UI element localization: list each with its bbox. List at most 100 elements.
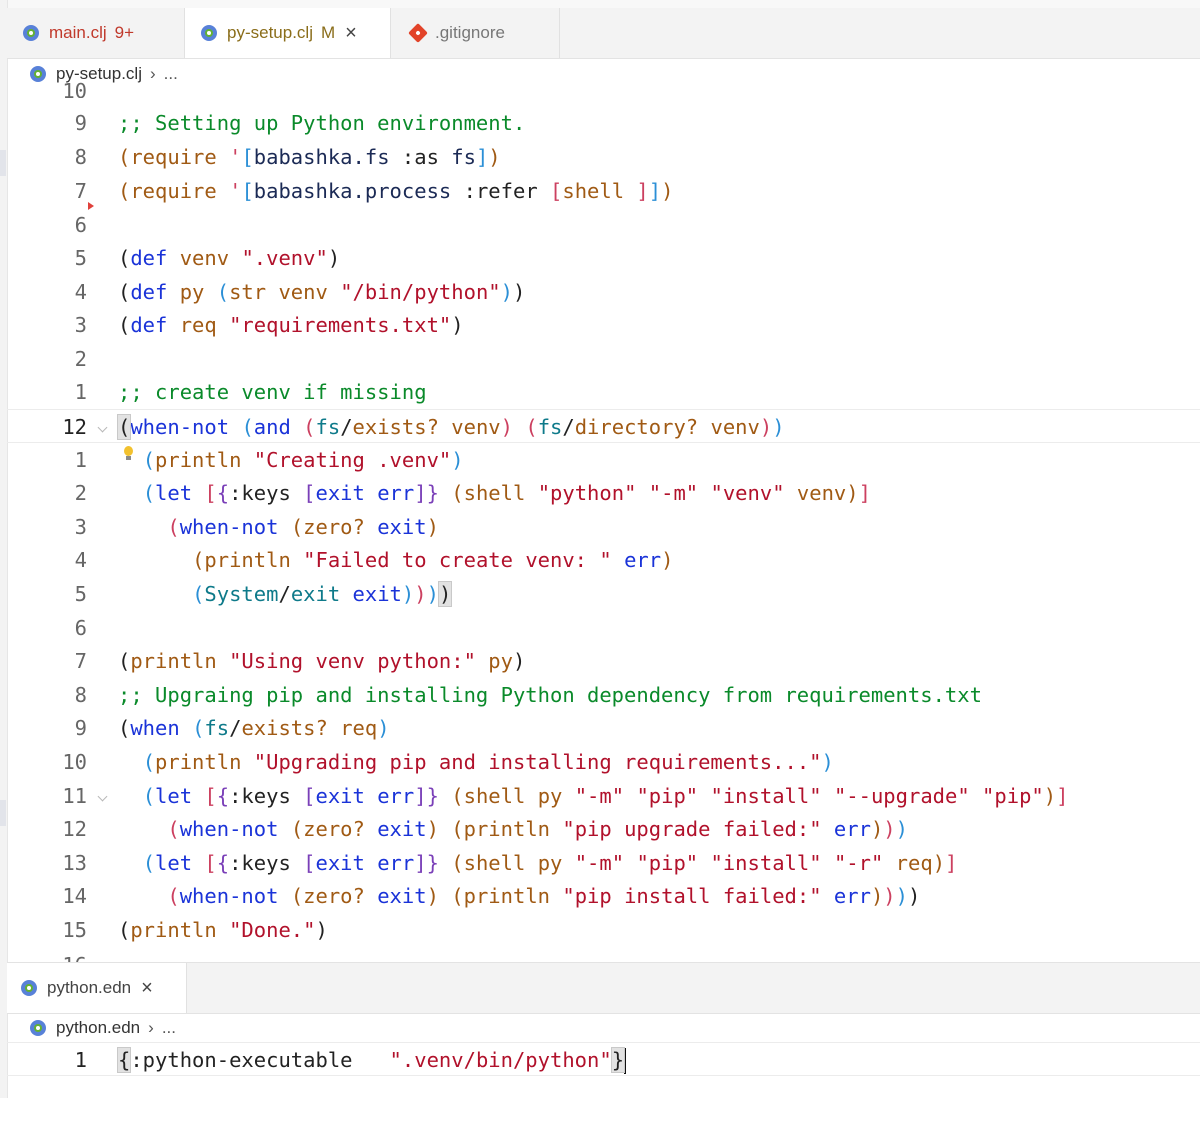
code-text: ;; Setting up Python environment. bbox=[118, 111, 526, 135]
code-line[interactable]: 7 (require '[babashka.process :refer [sh… bbox=[7, 174, 1200, 208]
code-line[interactable]: 2 (let [{:keys [exit err]} (shell "pytho… bbox=[7, 476, 1200, 510]
code-line[interactable]: 13 (let [{:keys [exit err]} (shell py "-… bbox=[7, 846, 1200, 880]
line-number: 12 bbox=[62, 817, 87, 841]
code-text: (when (fs/exists? req) bbox=[118, 716, 390, 740]
line-number: 10 bbox=[62, 750, 87, 774]
tab-py-setup-clj[interactable]: py-setup.clj M × bbox=[185, 8, 391, 58]
code-text: (println "Using venv python:" py) bbox=[118, 649, 526, 673]
code-text: (when-not (zero? exit) (println "pip upg… bbox=[167, 817, 908, 841]
code-line[interactable]: 5 (def venv ".venv") bbox=[7, 241, 1200, 275]
code-text: (println "Done.") bbox=[118, 918, 328, 942]
line-number: 4 bbox=[74, 548, 87, 572]
line-number: 5 bbox=[74, 582, 87, 606]
error-marker-icon[interactable] bbox=[88, 202, 94, 210]
line-number: 9 bbox=[74, 716, 87, 740]
code-text: (def req "requirements.txt") bbox=[118, 313, 464, 337]
code-line[interactable]: 3 (when-not (zero? exit) bbox=[7, 510, 1200, 544]
fold-chevron-icon[interactable] bbox=[97, 422, 108, 433]
code-text: (let [{:keys [exit err]} (shell "python"… bbox=[142, 481, 871, 505]
code-text: {:python-executable ".venv/bin/python"} bbox=[116, 1047, 627, 1074]
line-number: 11 bbox=[62, 784, 87, 808]
close-icon[interactable]: × bbox=[141, 977, 153, 1000]
code-line[interactable]: 9 (when (fs/exists? req) bbox=[7, 711, 1200, 745]
code-line-current[interactable]: 12 (when-not (and (fs/exists? venv) (fs/… bbox=[7, 409, 1200, 443]
chevron-right-icon: › bbox=[148, 1018, 154, 1037]
close-icon[interactable]: × bbox=[345, 22, 357, 45]
line-number-current: 1 bbox=[74, 1048, 87, 1072]
code-line[interactable]: 15 (println "Done.") bbox=[7, 913, 1200, 947]
line-number: 7 bbox=[74, 179, 87, 203]
code-line[interactable]: 11 (let [{:keys [exit err]} (shell py "-… bbox=[7, 779, 1200, 813]
code-line[interactable]: 9 ;; Setting up Python environment. bbox=[7, 106, 1200, 140]
code-text: (println "Failed to create venv: " err) bbox=[192, 548, 674, 572]
code-text: (let [{:keys [exit err]} (shell py "-m" … bbox=[142, 851, 958, 875]
code-line[interactable]: 3 (def req "requirements.txt") bbox=[7, 308, 1200, 342]
tab-python-edn[interactable]: python.edn × bbox=[7, 963, 187, 1013]
code-text: (when-not (zero? exit) bbox=[167, 515, 439, 539]
rail-marker bbox=[0, 150, 6, 176]
code-line[interactable]: 4 (def py (str venv "/bin/python")) bbox=[7, 275, 1200, 309]
code-line[interactable]: 6 bbox=[7, 208, 1200, 242]
breadcrumb[interactable]: python.edn › ... bbox=[30, 1013, 176, 1043]
code-line[interactable]: 12 (when-not (zero? exit) (println "pip … bbox=[7, 812, 1200, 846]
fold-chevron-icon[interactable] bbox=[97, 791, 108, 802]
code-text: (let [{:keys [exit err]} (shell py "-m" … bbox=[142, 784, 1069, 808]
breadcrumb-more[interactable]: ... bbox=[162, 1018, 176, 1038]
line-number: 6 bbox=[74, 616, 87, 640]
code-line[interactable]: 7 (println "Using venv python:" py) bbox=[7, 644, 1200, 678]
editor-main[interactable]: 10 9 ;; Setting up Python environment. 8… bbox=[0, 0, 1200, 962]
line-number-current: 12 bbox=[62, 415, 87, 439]
line-number: 13 bbox=[62, 851, 87, 875]
lightbulb-icon[interactable] bbox=[122, 446, 134, 462]
line-number: 3 bbox=[74, 515, 87, 539]
code-text: (println "Upgrading pip and installing r… bbox=[142, 750, 834, 774]
code-text: (require '[babashka.fs :as fs]) bbox=[118, 145, 501, 169]
code-text: (when-not (zero? exit) (println "pip ins… bbox=[167, 884, 921, 908]
code-line[interactable]: 14 (when-not (zero? exit) (println "pip … bbox=[7, 879, 1200, 913]
breadcrumb-file[interactable]: python.edn bbox=[56, 1018, 140, 1038]
modified-badge: M bbox=[320, 23, 336, 42]
line-number: 7 bbox=[74, 649, 87, 673]
code-text: (println "Creating .venv") bbox=[142, 448, 464, 472]
code-line[interactable]: 4 (println "Failed to create venv: " err… bbox=[7, 543, 1200, 577]
line-number: 1 bbox=[74, 448, 87, 472]
clojure-icon bbox=[201, 25, 217, 41]
code-text: ;; create venv if missing bbox=[118, 380, 427, 404]
code-line[interactable]: 1 (println "Creating .venv") bbox=[7, 443, 1200, 477]
code-text: (require '[babashka.process :refer [shel… bbox=[118, 179, 674, 203]
line-number: 3 bbox=[74, 313, 87, 337]
bottom-editor-tab-bar: python.edn × bbox=[7, 962, 1200, 1014]
code-line[interactable]: 10 (println "Upgrading pip and installin… bbox=[7, 745, 1200, 779]
code-line[interactable]: 8 (require '[babashka.fs :as fs]) bbox=[7, 140, 1200, 174]
code-line-partial: 16 bbox=[7, 948, 1200, 962]
edn-icon bbox=[30, 1020, 46, 1036]
tab-label: python.edn bbox=[47, 978, 132, 997]
line-number: 16 bbox=[62, 948, 87, 962]
code-line[interactable]: 6 bbox=[7, 611, 1200, 645]
line-number: 10 bbox=[62, 79, 87, 98]
line-number: 14 bbox=[62, 884, 87, 908]
line-number: 4 bbox=[74, 280, 87, 304]
line-number: 8 bbox=[74, 683, 87, 707]
line-number: 6 bbox=[74, 213, 87, 237]
code-text: ;; Upgraing pip and installing Python de… bbox=[118, 683, 982, 707]
tab-main-clj[interactable]: main.clj 9+ bbox=[7, 8, 185, 58]
code-text: (def venv ".venv") bbox=[118, 246, 341, 270]
tab-label: .gitignore bbox=[435, 23, 505, 42]
code-line[interactable]: 2 bbox=[7, 342, 1200, 376]
git-icon bbox=[408, 23, 428, 43]
code-line[interactable]: 1 ;; create venv if missing bbox=[7, 375, 1200, 409]
code-text: (def py (str venv "/bin/python")) bbox=[118, 280, 526, 304]
line-number: 8 bbox=[74, 145, 87, 169]
code-line-current[interactable]: 1 {:python-executable ".venv/bin/python"… bbox=[7, 1042, 1200, 1076]
line-number: 2 bbox=[74, 481, 87, 505]
code-line[interactable]: 8 ;; Upgraing pip and installing Python … bbox=[7, 678, 1200, 712]
tab-label: py-setup.clj bbox=[227, 23, 313, 42]
tab-label: main.clj bbox=[49, 23, 107, 42]
code-line-partial: 10 bbox=[7, 72, 1200, 98]
line-number: 9 bbox=[74, 111, 87, 135]
line-number: 2 bbox=[74, 347, 87, 371]
code-line[interactable]: 5 (System/exit exit)))) bbox=[7, 577, 1200, 611]
problems-badge: 9+ bbox=[114, 23, 135, 42]
tab-gitignore[interactable]: .gitignore bbox=[391, 8, 560, 58]
